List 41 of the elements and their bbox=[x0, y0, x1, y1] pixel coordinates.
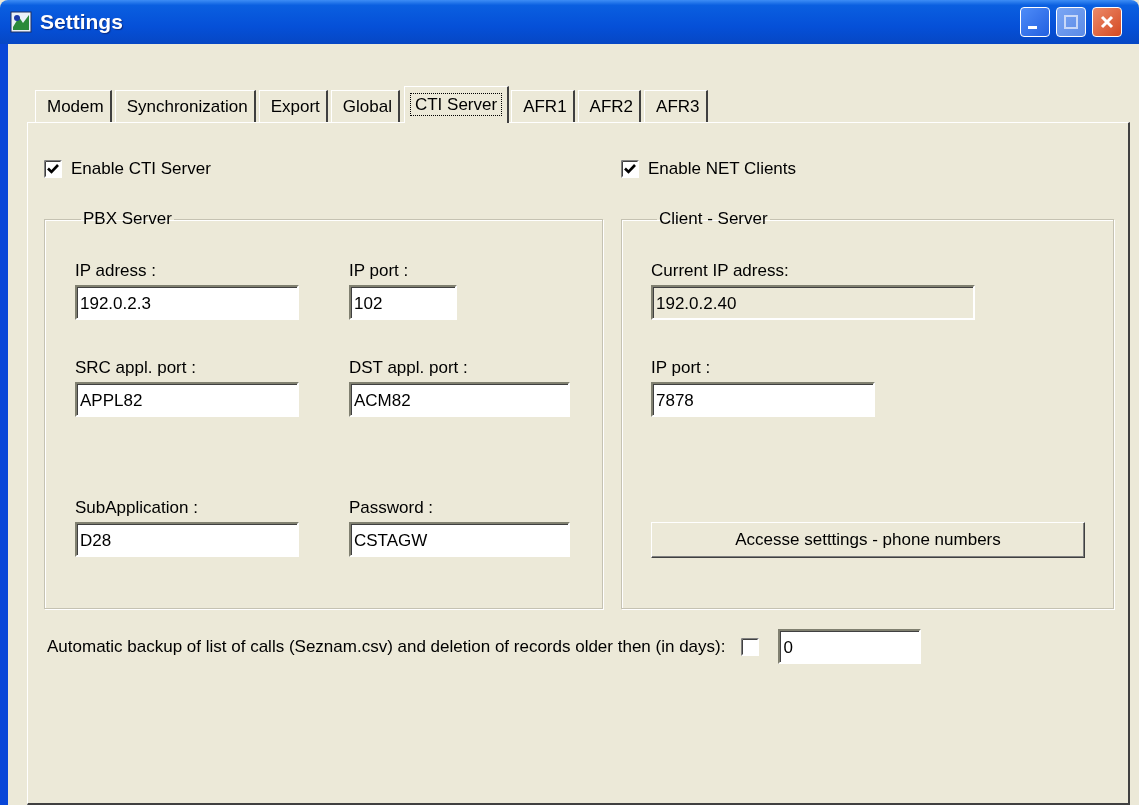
tab[interactable]: Export bbox=[258, 90, 328, 122]
tab[interactable]: CTI Server bbox=[403, 86, 510, 123]
field-label: Password : bbox=[349, 497, 434, 519]
group-title: Client - Server bbox=[658, 209, 769, 229]
checkbox-label: Enable NET Clients bbox=[648, 159, 797, 179]
field-label: DST appl. port : bbox=[349, 357, 468, 379]
checkbox[interactable] bbox=[621, 160, 639, 178]
checkbox[interactable] bbox=[44, 160, 62, 178]
checkbox-label: Enable CTI Server bbox=[71, 159, 211, 179]
field-label: IP adress : bbox=[75, 260, 156, 282]
input-field[interactable]: 102 bbox=[349, 285, 457, 320]
input-field[interactable]: CSTAGW bbox=[349, 522, 570, 557]
backup-label: Automatic backup of list of calls (Seznam.csv) and deletion of records older then (in days): bbox=[47, 636, 726, 657]
tab[interactable]: Synchronization bbox=[114, 90, 256, 122]
input-field[interactable]: 0 bbox=[778, 629, 922, 664]
close-icon bbox=[1099, 14, 1115, 30]
input-field[interactable]: 192.0.2.3 bbox=[75, 285, 299, 320]
field-label: IP port : bbox=[651, 357, 711, 379]
close-button[interactable] bbox=[1092, 7, 1122, 37]
checkbox[interactable] bbox=[741, 637, 760, 656]
input-field[interactable]: APPL82 bbox=[75, 382, 299, 417]
access-settings-button[interactable]: Accesse setttings - phone numbers bbox=[651, 522, 1085, 558]
tab[interactable]: Modem bbox=[35, 90, 112, 122]
tab[interactable]: Global bbox=[330, 90, 400, 122]
input-field[interactable]: ACM82 bbox=[349, 382, 570, 417]
maximize-button[interactable] bbox=[1056, 7, 1086, 37]
field-label: Current IP adress: bbox=[651, 260, 789, 282]
app-icon bbox=[10, 11, 32, 33]
tab[interactable]: AFR1 bbox=[511, 90, 575, 122]
minimize-button[interactable] bbox=[1020, 7, 1050, 37]
input-field[interactable]: D28 bbox=[75, 522, 299, 557]
input-field[interactable]: 7878 bbox=[651, 382, 875, 417]
maximize-icon bbox=[1063, 14, 1079, 30]
group-title: PBX Server bbox=[82, 209, 173, 229]
field-label: IP port : bbox=[349, 260, 409, 282]
window-title: Settings bbox=[40, 10, 124, 34]
field-label: SubApplication : bbox=[75, 497, 198, 519]
tab[interactable]: AFR3 bbox=[644, 90, 708, 122]
tab[interactable]: AFR2 bbox=[577, 90, 642, 122]
field-label: SRC appl. port : bbox=[75, 357, 196, 379]
minimize-icon bbox=[1027, 25, 1037, 29]
